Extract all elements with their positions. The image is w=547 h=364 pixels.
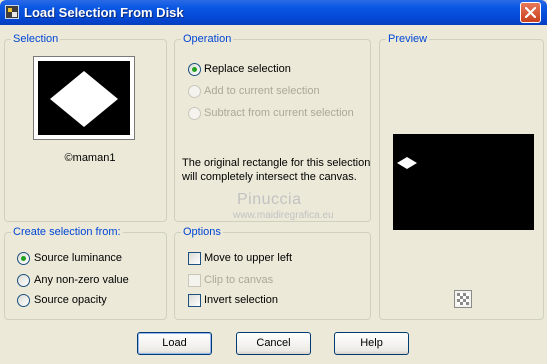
operation-legend: Operation [181, 33, 234, 46]
diamond-shape [50, 71, 118, 127]
add-to-selection-label[interactable]: Add to current selection [204, 85, 320, 98]
cancel-button[interactable]: Cancel [236, 332, 311, 355]
source-opacity-radio[interactable] [17, 294, 30, 307]
move-to-upper-left-checkbox[interactable] [188, 252, 201, 265]
source-opacity-label[interactable]: Source opacity [34, 294, 107, 307]
load-button[interactable]: Load [137, 332, 212, 355]
clip-to-canvas-label[interactable]: Clip to canvas [204, 274, 273, 287]
operation-info-text: The original rectangle for this selectio… [182, 157, 371, 183]
invert-selection-checkbox[interactable] [188, 294, 201, 307]
create-from-legend: Create selection from: [11, 226, 123, 239]
any-non-zero-label[interactable]: Any non-zero value [34, 274, 129, 287]
watermark-name: Pinuccia [237, 191, 302, 208]
source-luminance-label[interactable]: Source luminance [34, 252, 122, 265]
invert-selection-label[interactable]: Invert selection [204, 294, 278, 307]
selection-thumbnail-image [38, 61, 130, 135]
preview-diamond-shape [397, 157, 417, 169]
selection-legend: Selection [11, 33, 61, 46]
help-button[interactable]: Help [334, 332, 409, 355]
preview-legend: Preview [386, 33, 430, 46]
checkerboard-button[interactable] [454, 290, 472, 308]
move-to-upper-left-label[interactable]: Move to upper left [204, 252, 292, 265]
any-non-zero-radio[interactable] [17, 274, 30, 287]
app-icon [5, 5, 19, 19]
add-to-selection-radio[interactable] [188, 85, 201, 98]
selection-thumbnail-label: ©maman1 [64, 152, 116, 164]
checkerboard-icon [457, 293, 469, 305]
clip-to-canvas-checkbox[interactable] [188, 274, 201, 287]
watermark-url: www.maidiregrafica.eu [233, 210, 334, 221]
replace-selection-radio[interactable] [188, 63, 201, 76]
title-bar[interactable]: Load Selection From Disk [0, 0, 547, 25]
subtract-from-selection-radio[interactable] [188, 107, 201, 120]
options-legend: Options [181, 226, 223, 239]
selection-thumbnail[interactable] [33, 56, 135, 140]
replace-selection-label[interactable]: Replace selection [204, 63, 291, 76]
preview-canvas [393, 134, 534, 230]
subtract-from-selection-label[interactable]: Subtract from current selection [204, 107, 354, 120]
window-title: Load Selection From Disk [24, 5, 184, 20]
source-luminance-radio[interactable] [17, 252, 30, 265]
close-button[interactable] [520, 2, 541, 23]
close-icon [525, 7, 536, 18]
